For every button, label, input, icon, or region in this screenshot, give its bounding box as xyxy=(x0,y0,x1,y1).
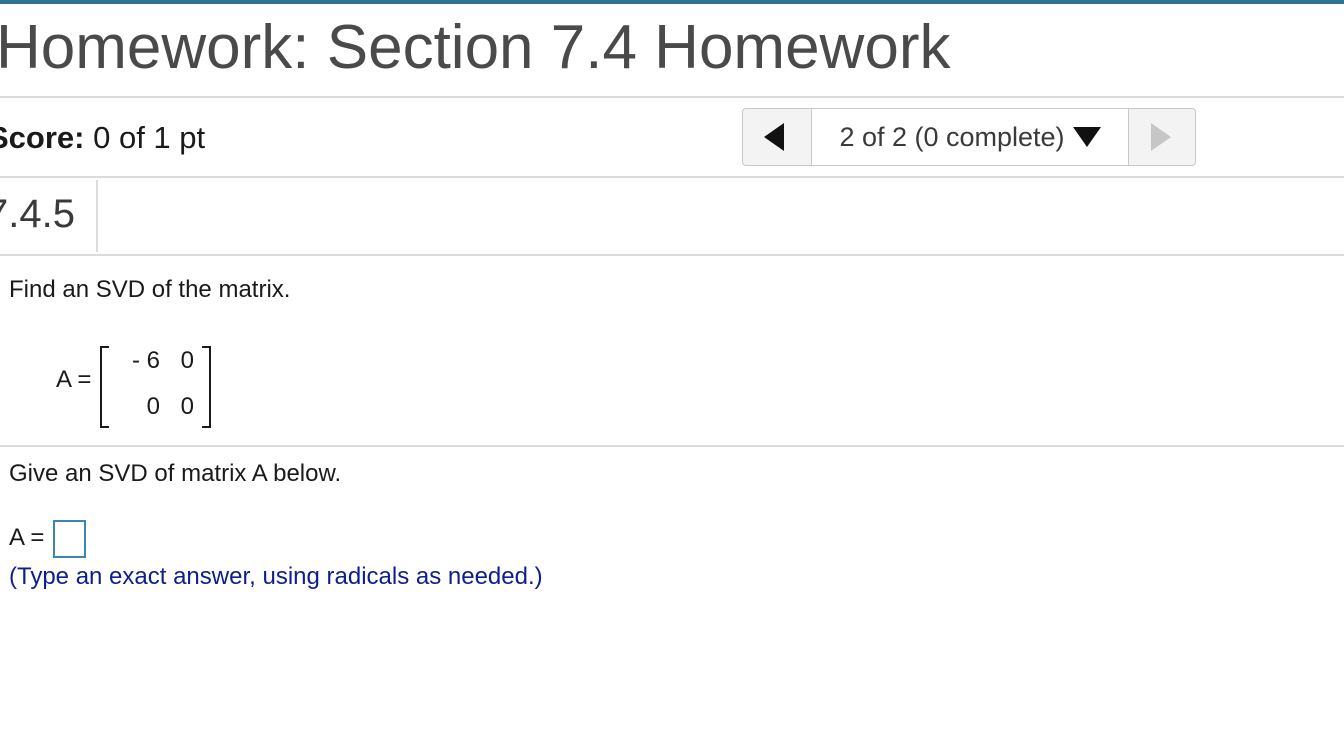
previous-question-button[interactable] xyxy=(743,109,812,165)
answer-input[interactable] xyxy=(53,520,86,558)
triangle-left-icon xyxy=(764,123,784,151)
matrix-cell: 0 xyxy=(180,347,194,374)
top-accent-bar xyxy=(0,0,1344,4)
matrix-right-bracket xyxy=(202,346,211,428)
score-value: 0 of 1 pt xyxy=(93,120,206,155)
triangle-right-icon xyxy=(1151,123,1171,151)
answer-label: A = xyxy=(9,524,45,551)
answer-prompt: Give an SVD of matrix A below. xyxy=(9,460,342,487)
page-title: Homework: Section 7.4 Homework xyxy=(0,13,951,82)
question-selector-dropdown[interactable]: 2 of 2 (0 complete) xyxy=(812,109,1129,165)
question-number-separator xyxy=(96,180,98,252)
question-prompt: Find an SVD of the matrix. xyxy=(9,276,291,303)
question-position-text: 2 of 2 (0 complete) xyxy=(839,121,1065,152)
next-question-button[interactable] xyxy=(1129,109,1195,165)
score-label: Score: xyxy=(0,120,85,155)
divider xyxy=(0,96,1344,98)
answer-hint: (Type an exact answer, using radicals as… xyxy=(9,563,543,590)
divider xyxy=(0,254,1344,256)
question-navigator: 2 of 2 (0 complete) xyxy=(742,108,1196,166)
matrix-cell: 0 xyxy=(180,393,194,420)
matrix-label: A = xyxy=(56,366,92,393)
matrix-left-bracket xyxy=(100,346,109,428)
divider xyxy=(0,445,1344,447)
triangle-down-icon xyxy=(1072,127,1101,147)
question-number: 7.4.5 xyxy=(0,192,75,236)
divider xyxy=(0,176,1344,178)
score-display: Score: 0 of 1 pt xyxy=(0,120,205,156)
